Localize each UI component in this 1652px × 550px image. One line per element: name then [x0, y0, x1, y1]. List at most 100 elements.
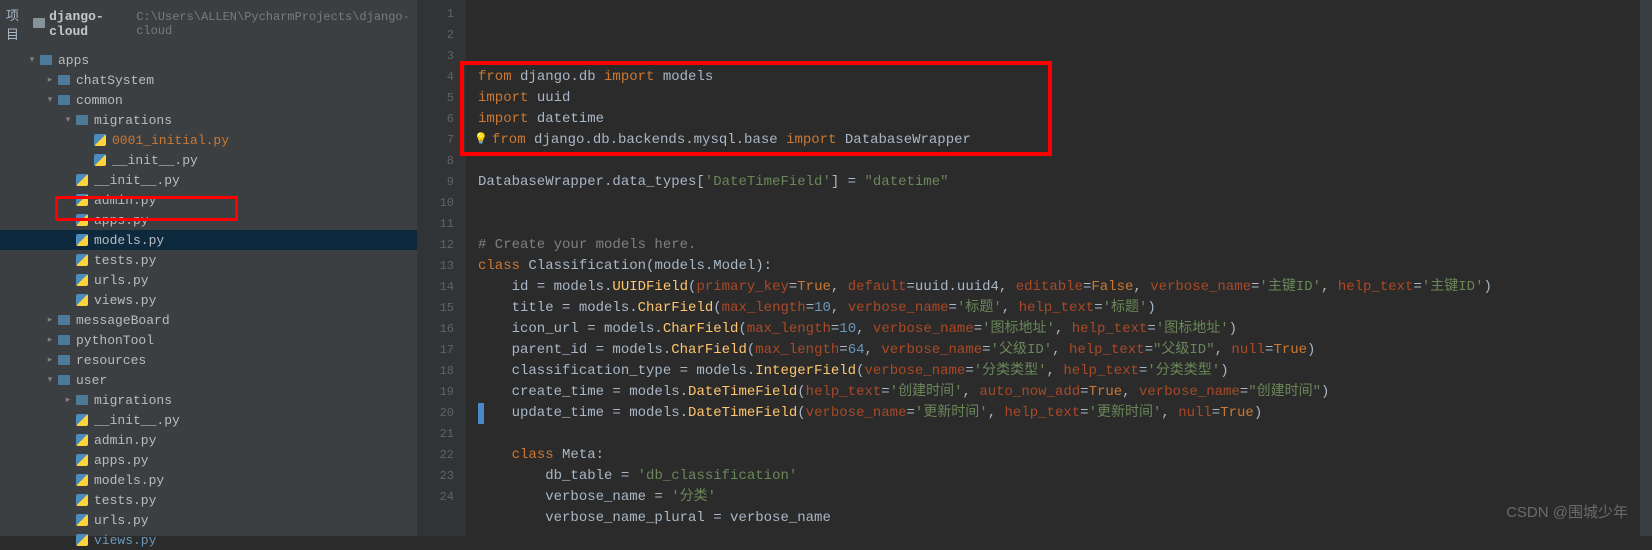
- tree-arrow-icon[interactable]: ▸: [44, 75, 56, 85]
- tree-item-pythonTool[interactable]: ▸pythonTool: [0, 330, 417, 350]
- tree-item-tests-py[interactable]: tests.py: [0, 490, 417, 510]
- python-file-icon: [74, 492, 90, 508]
- line-number[interactable]: 3: [418, 46, 454, 67]
- tree-item-models-py[interactable]: models.py: [0, 230, 417, 250]
- code-line-23[interactable]: [478, 529, 1652, 536]
- tree-item-migrations[interactable]: ▸ migrations: [0, 390, 417, 410]
- line-number[interactable]: 8: [418, 151, 454, 172]
- line-number[interactable]: 2: [418, 25, 454, 46]
- tree-item-admin-py[interactable]: admin.py: [0, 190, 417, 210]
- line-number[interactable]: 6: [418, 109, 454, 130]
- tree-item-resources[interactable]: ▸resources: [0, 350, 417, 370]
- line-number[interactable]: 22: [418, 445, 454, 466]
- code-line-19[interactable]: class Meta:: [478, 445, 1652, 466]
- tree-arrow-icon[interactable]: ▸: [44, 335, 56, 345]
- code-line-4[interactable]: 💡from django.db.backends.mysql.base impo…: [478, 130, 1652, 151]
- project-path: C:\Users\ALLEN\PycharmProjects\django-cl…: [136, 10, 411, 38]
- line-number[interactable]: 11: [418, 214, 454, 235]
- scrollbar-vertical[interactable]: [1640, 0, 1652, 536]
- tree-arrow-icon[interactable]: ▸: [62, 395, 74, 405]
- project-name[interactable]: django-cloud: [49, 9, 132, 39]
- line-number[interactable]: 14: [418, 277, 454, 298]
- code-line-22[interactable]: verbose_name_plural = verbose_name: [478, 508, 1652, 529]
- tree-item-views-py[interactable]: views.py: [0, 530, 417, 550]
- line-number[interactable]: 13: [418, 256, 454, 277]
- code-line-5[interactable]: [478, 151, 1652, 172]
- tree-item-label: migrations: [94, 393, 172, 408]
- line-number[interactable]: 9: [418, 172, 454, 193]
- tree-item-urls-py[interactable]: urls.py: [0, 270, 417, 290]
- tree-item-user[interactable]: ▾user: [0, 370, 417, 390]
- gutter[interactable]: 123456789101112131415161718192021222324: [418, 0, 466, 536]
- code-line-20[interactable]: db_table = 'db_classification': [478, 466, 1652, 487]
- tree-item-0001_initial-py[interactable]: 0001_initial.py: [0, 130, 417, 150]
- code-line-3[interactable]: import datetime: [478, 109, 1652, 130]
- code-line-18[interactable]: [478, 424, 1652, 445]
- python-file-icon: [74, 512, 90, 528]
- tree-item-chatSystem[interactable]: ▸chatSystem: [0, 70, 417, 90]
- code-line-21[interactable]: verbose_name = '分类': [478, 487, 1652, 508]
- line-number[interactable]: 4: [418, 67, 454, 88]
- tree-arrow-icon[interactable]: ▾: [26, 55, 38, 65]
- project-tree[interactable]: ▾apps▸chatSystem▾common▾migrations0001_i…: [0, 48, 417, 550]
- code-line-8[interactable]: [478, 214, 1652, 235]
- tree-arrow-icon[interactable]: ▸: [44, 355, 56, 365]
- tree-item-messageBoard[interactable]: ▸messageBoard: [0, 310, 417, 330]
- code-line-6[interactable]: DatabaseWrapper.data_types['DateTimeFiel…: [478, 172, 1652, 193]
- intention-bulb-icon[interactable]: 💡: [474, 130, 488, 151]
- code-line-9[interactable]: # Create your models here.: [478, 235, 1652, 256]
- code-line-12[interactable]: title = models.CharField(max_length=10, …: [478, 298, 1652, 319]
- line-number[interactable]: 15: [418, 298, 454, 319]
- tree-item-models-py[interactable]: models.py: [0, 470, 417, 490]
- python-file-icon: [74, 172, 90, 188]
- tree-item-label: migrations: [94, 113, 172, 128]
- tree-item-label: views.py: [94, 293, 156, 308]
- code-line-2[interactable]: import uuid: [478, 88, 1652, 109]
- line-number[interactable]: 1: [418, 4, 454, 25]
- line-number[interactable]: 20: [418, 403, 454, 424]
- line-number[interactable]: 18: [418, 361, 454, 382]
- tree-item-common[interactable]: ▾common: [0, 90, 417, 110]
- tree-item-migrations[interactable]: ▾ migrations: [0, 110, 417, 130]
- tree-item-apps-py[interactable]: apps.py: [0, 210, 417, 230]
- watermark: CSDN @围城少年: [1506, 501, 1628, 522]
- python-file-icon: [74, 192, 90, 208]
- code-line-7[interactable]: [478, 193, 1652, 214]
- tree-item-__init__-py[interactable]: __init__.py: [0, 170, 417, 190]
- tree-item-apps-py[interactable]: apps.py: [0, 450, 417, 470]
- code-line-1[interactable]: from django.db import models: [478, 67, 1652, 88]
- code-line-10[interactable]: class Classification(models.Model):: [478, 256, 1652, 277]
- tree-item-apps[interactable]: ▾apps: [0, 50, 417, 70]
- code-line-16[interactable]: create_time = models.DateTimeField(help_…: [478, 382, 1652, 403]
- code-line-13[interactable]: icon_url = models.CharField(max_length=1…: [478, 319, 1652, 340]
- code-editor[interactable]: 123456789101112131415161718192021222324 …: [418, 0, 1652, 536]
- tree-arrow-icon[interactable]: ▸: [44, 315, 56, 325]
- line-number[interactable]: 17: [418, 340, 454, 361]
- tree-item-admin-py[interactable]: admin.py: [0, 430, 417, 450]
- tree-item-__init__-py[interactable]: __init__.py: [0, 150, 417, 170]
- code-line-17[interactable]: update_time = models.DateTimeField(verbo…: [478, 403, 1652, 424]
- line-number[interactable]: 19: [418, 382, 454, 403]
- line-number[interactable]: 21: [418, 424, 454, 445]
- line-number[interactable]: 10: [418, 193, 454, 214]
- tree-arrow-icon[interactable]: ▾: [44, 95, 56, 105]
- line-number[interactable]: 24: [418, 487, 454, 508]
- tree-item-tests-py[interactable]: tests.py: [0, 250, 417, 270]
- tree-arrow-icon[interactable]: ▾: [44, 375, 56, 385]
- tree-item-__init__-py[interactable]: __init__.py: [0, 410, 417, 430]
- line-number[interactable]: 16: [418, 319, 454, 340]
- line-number[interactable]: 5: [418, 88, 454, 109]
- code-line-15[interactable]: classification_type = models.IntegerFiel…: [478, 361, 1652, 382]
- python-file-icon: [74, 292, 90, 308]
- bookmark-icon[interactable]: [478, 403, 484, 424]
- tree-item-views-py[interactable]: views.py: [0, 290, 417, 310]
- line-number[interactable]: 12: [418, 235, 454, 256]
- folder-icon: [56, 352, 72, 368]
- code-content[interactable]: from django.db import modelsimport uuidi…: [466, 0, 1652, 536]
- line-number[interactable]: 7: [418, 130, 454, 151]
- tree-item-urls-py[interactable]: urls.py: [0, 510, 417, 530]
- code-line-14[interactable]: parent_id = models.CharField(max_length=…: [478, 340, 1652, 361]
- line-number[interactable]: 23: [418, 466, 454, 487]
- tree-arrow-icon[interactable]: ▾: [62, 115, 74, 125]
- code-line-11[interactable]: id = models.UUIDField(primary_key=True, …: [478, 277, 1652, 298]
